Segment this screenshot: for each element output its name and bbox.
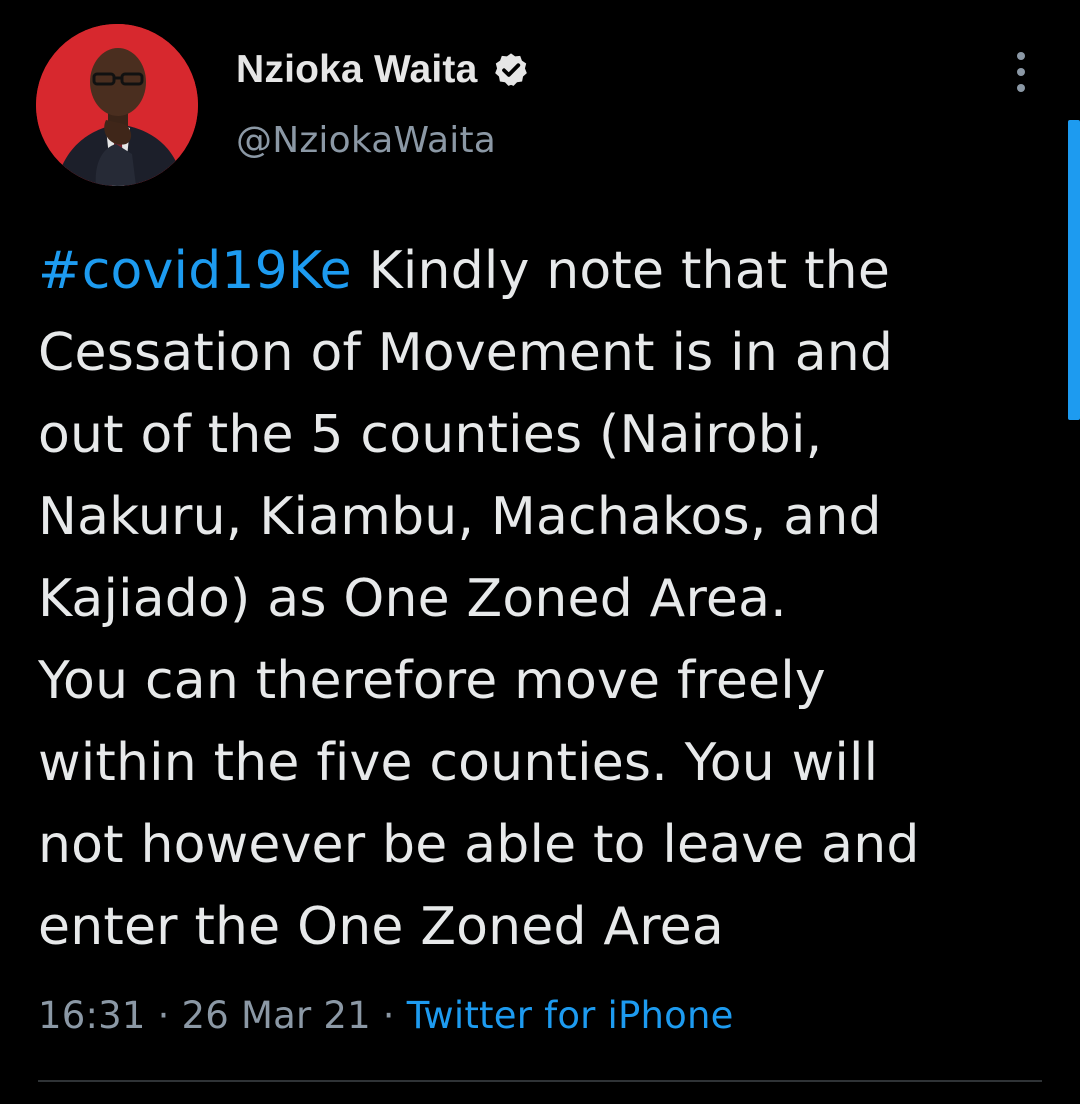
tweet-text-line: not however be able to leave and xyxy=(38,815,920,875)
tweet-text-line: You can therefore move freely xyxy=(38,651,826,711)
author-name-row[interactable]: Nzioka Waita xyxy=(236,46,530,94)
more-dot xyxy=(1017,52,1025,60)
tweet-date[interactable]: 26 Mar 21 xyxy=(182,994,371,1037)
hashtag-link[interactable]: #covid19Ke xyxy=(38,241,352,301)
tweet-text-line: within the five counties. You will xyxy=(38,733,879,793)
tweet-meta: 16:31 · 26 Mar 21 · Twitter for iPhone xyxy=(38,994,734,1037)
avatar-photo xyxy=(36,24,198,186)
author-display-name[interactable]: Nzioka Waita xyxy=(236,48,478,92)
meta-separator: · xyxy=(145,994,182,1037)
tweet-source-link[interactable]: Twitter for iPhone xyxy=(407,994,734,1037)
more-dot xyxy=(1017,68,1025,76)
author-handle[interactable]: @NziokaWaita xyxy=(236,120,496,161)
tweet-text-segment: Kindly note that the xyxy=(351,241,891,301)
tweet-time[interactable]: 16:31 xyxy=(38,994,146,1037)
tweet-text-line: out of the 5 counties (Nairobi, xyxy=(38,405,823,465)
more-dot xyxy=(1017,84,1025,92)
tweet-text: #covid19Ke Kindly note that the Cessatio… xyxy=(38,230,1048,968)
scrollbar[interactable] xyxy=(1068,120,1080,420)
tweet-text-line: Kajiado) as One Zoned Area. xyxy=(38,569,787,629)
meta-separator: · xyxy=(370,994,407,1037)
verified-badge-icon xyxy=(494,53,527,86)
avatar[interactable] xyxy=(36,24,198,186)
tweet-detail: Nzioka Waita @NziokaWaita #covid19Ke Kin… xyxy=(0,0,1080,1104)
divider xyxy=(38,1080,1042,1082)
tweet-text-line: Cessation of Movement is in and xyxy=(38,323,894,383)
tweet-text-line: enter the One Zoned Area xyxy=(38,897,724,957)
tweet-text-line: #covid19Ke Kindly note that the xyxy=(38,230,1048,312)
tweet-text-line: Nakuru, Kiambu, Machakos, and xyxy=(38,487,882,547)
more-vertical-icon[interactable] xyxy=(1003,50,1039,94)
